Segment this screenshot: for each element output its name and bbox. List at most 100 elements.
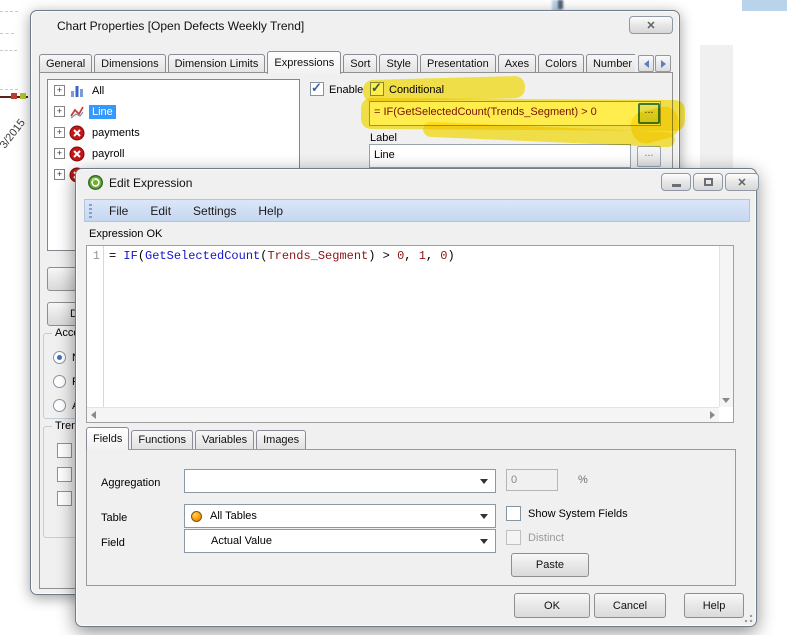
expand-icon[interactable]: +: [54, 148, 65, 159]
background-bar: [742, 0, 787, 11]
expression-token: (: [137, 249, 146, 263]
tab-fields[interactable]: Fields: [86, 427, 130, 450]
tree-item-label: All: [92, 84, 105, 97]
tab-style[interactable]: Style: [379, 54, 418, 74]
status-text: Expression OK: [89, 228, 163, 240]
menu-file[interactable]: File: [98, 201, 139, 221]
chevron-down-icon: [480, 479, 488, 484]
help-button[interactable]: Help: [684, 593, 744, 618]
minimize-icon[interactable]: [661, 173, 691, 191]
enable-label: Enable: [329, 84, 364, 96]
vertical-scrollbar[interactable]: [719, 246, 733, 407]
tab-presentation[interactable]: Presentation: [419, 54, 496, 74]
expand-icon[interactable]: +: [54, 106, 65, 117]
aggregation-combo[interactable]: [184, 469, 496, 493]
close-icon[interactable]: ✕: [725, 173, 759, 191]
ok-button[interactable]: OK: [514, 593, 590, 618]
tab-dimension-limits[interactable]: Dimension Limits: [167, 54, 266, 74]
distinct-label: Distinct: [528, 532, 565, 544]
marker-red: [11, 93, 17, 99]
expression-token: IF: [123, 249, 138, 263]
table-label: Table: [101, 512, 128, 524]
field-label: Field: [101, 537, 125, 549]
distinct-checkbox: [506, 530, 521, 545]
table-icon: [191, 510, 202, 522]
tab-scroll-left-icon[interactable]: [638, 55, 654, 72]
dialog-title: Edit Expression: [109, 176, 193, 190]
tree-item-label: payments: [92, 126, 140, 139]
gridline: [0, 50, 17, 51]
bar-chart-icon: [69, 83, 85, 99]
window-title: Chart Properties [Open Defects Weekly Tr…: [57, 19, 305, 33]
enable-checkbox[interactable]: ✓: [310, 80, 324, 96]
tab-sort[interactable]: Sort: [343, 54, 378, 74]
conditional-expression-field[interactable]: = IF(GetSelectedCount(Trends_Segment) > …: [369, 101, 661, 126]
label-caption: Label: [370, 132, 397, 144]
trend-checkbox-3[interactable]: [57, 491, 72, 506]
tree-item-payroll[interactable]: + payroll: [48, 143, 299, 164]
tab-scroll-right-icon[interactable]: [655, 55, 671, 72]
tab-variables[interactable]: Variables: [195, 430, 255, 450]
tab-axes[interactable]: Axes: [497, 54, 537, 74]
chart-properties-tabstrip: General Dimensions Dimension Limits Express…: [39, 51, 635, 74]
tree-item-payments[interactable]: + payments: [48, 122, 299, 143]
expand-icon[interactable]: +: [54, 169, 65, 180]
tree-item-label: Line: [89, 104, 116, 119]
edit-expression-window: Edit Expression ✕ File Edit Settings Help E…: [75, 168, 759, 627]
accumulation-radio-3[interactable]: [53, 399, 66, 412]
expand-icon[interactable]: +: [54, 127, 65, 138]
trend-checkbox-2[interactable]: [57, 467, 72, 482]
axis-label: 3/2015: [0, 117, 28, 151]
marker-yellow: [20, 93, 26, 99]
expand-icon[interactable]: +: [54, 85, 65, 96]
paste-button[interactable]: Paste: [511, 553, 589, 577]
expression-token: ): [447, 249, 455, 263]
background-bar: [558, 0, 563, 9]
gridline: [0, 33, 14, 34]
menu-edit[interactable]: Edit: [139, 201, 182, 221]
tab-colors[interactable]: Colors: [538, 54, 584, 74]
field-value: Actual Value: [211, 535, 272, 547]
accumulation-radio-1[interactable]: [53, 351, 66, 364]
expression-editor[interactable]: 1 = IF(GetSelectedCount(Trends_Segment) …: [86, 245, 734, 423]
table-combo[interactable]: All Tables: [184, 504, 496, 528]
menu-settings[interactable]: Settings: [182, 201, 247, 221]
aggregation-label: Aggregation: [101, 477, 161, 489]
scroll-left-icon[interactable]: [91, 411, 96, 419]
trend-checkbox-1[interactable]: [57, 443, 72, 458]
scroll-right-icon[interactable]: [710, 411, 715, 419]
tab-general[interactable]: General: [39, 54, 93, 74]
maximize-icon[interactable]: [693, 173, 723, 191]
conditional-expression-ellipsis-button[interactable]: ...: [638, 103, 660, 124]
tab-functions[interactable]: Functions: [131, 430, 194, 450]
label-field[interactable]: Line: [369, 144, 631, 168]
tab-number[interactable]: Number: [585, 54, 635, 74]
cancel-button[interactable]: Cancel: [594, 593, 666, 618]
tree-item-label: payroll: [92, 147, 125, 160]
percent-sign: %: [578, 474, 588, 486]
field-combo[interactable]: Actual Value: [184, 529, 496, 553]
expression-token: 1: [418, 249, 426, 263]
expression-code-line: = IF(GetSelectedCount(Trends_Segment) > …: [109, 249, 455, 263]
show-system-fields-checkbox[interactable]: ✓: [506, 506, 521, 521]
tab-expressions[interactable]: Expressions: [267, 51, 342, 74]
menu-help[interactable]: Help: [247, 201, 294, 221]
tree-item-all[interactable]: + All: [48, 80, 299, 101]
background-panel: [700, 45, 733, 169]
conditional-checkbox[interactable]: ✓: [370, 80, 384, 96]
tree-item-line[interactable]: + Line: [48, 101, 299, 122]
tab-images[interactable]: Images: [256, 430, 307, 450]
resize-grip[interactable]: [743, 613, 753, 623]
chevron-down-icon: [480, 514, 488, 519]
menubar: File Edit Settings Help: [84, 199, 750, 222]
accumulation-radio-2[interactable]: [53, 375, 66, 388]
tab-dimensions[interactable]: Dimensions: [94, 54, 166, 74]
line-number-gutter: 1: [87, 246, 104, 407]
show-system-fields-label: Show System Fields: [528, 508, 628, 520]
close-icon[interactable]: ✕: [629, 16, 673, 34]
label-ellipsis-button[interactable]: ...: [637, 146, 661, 167]
menu-grip: [89, 203, 92, 218]
horizontal-scrollbar[interactable]: [87, 407, 719, 422]
scroll-down-icon[interactable]: [722, 398, 730, 403]
tab-scroll-arrows: [637, 55, 671, 72]
